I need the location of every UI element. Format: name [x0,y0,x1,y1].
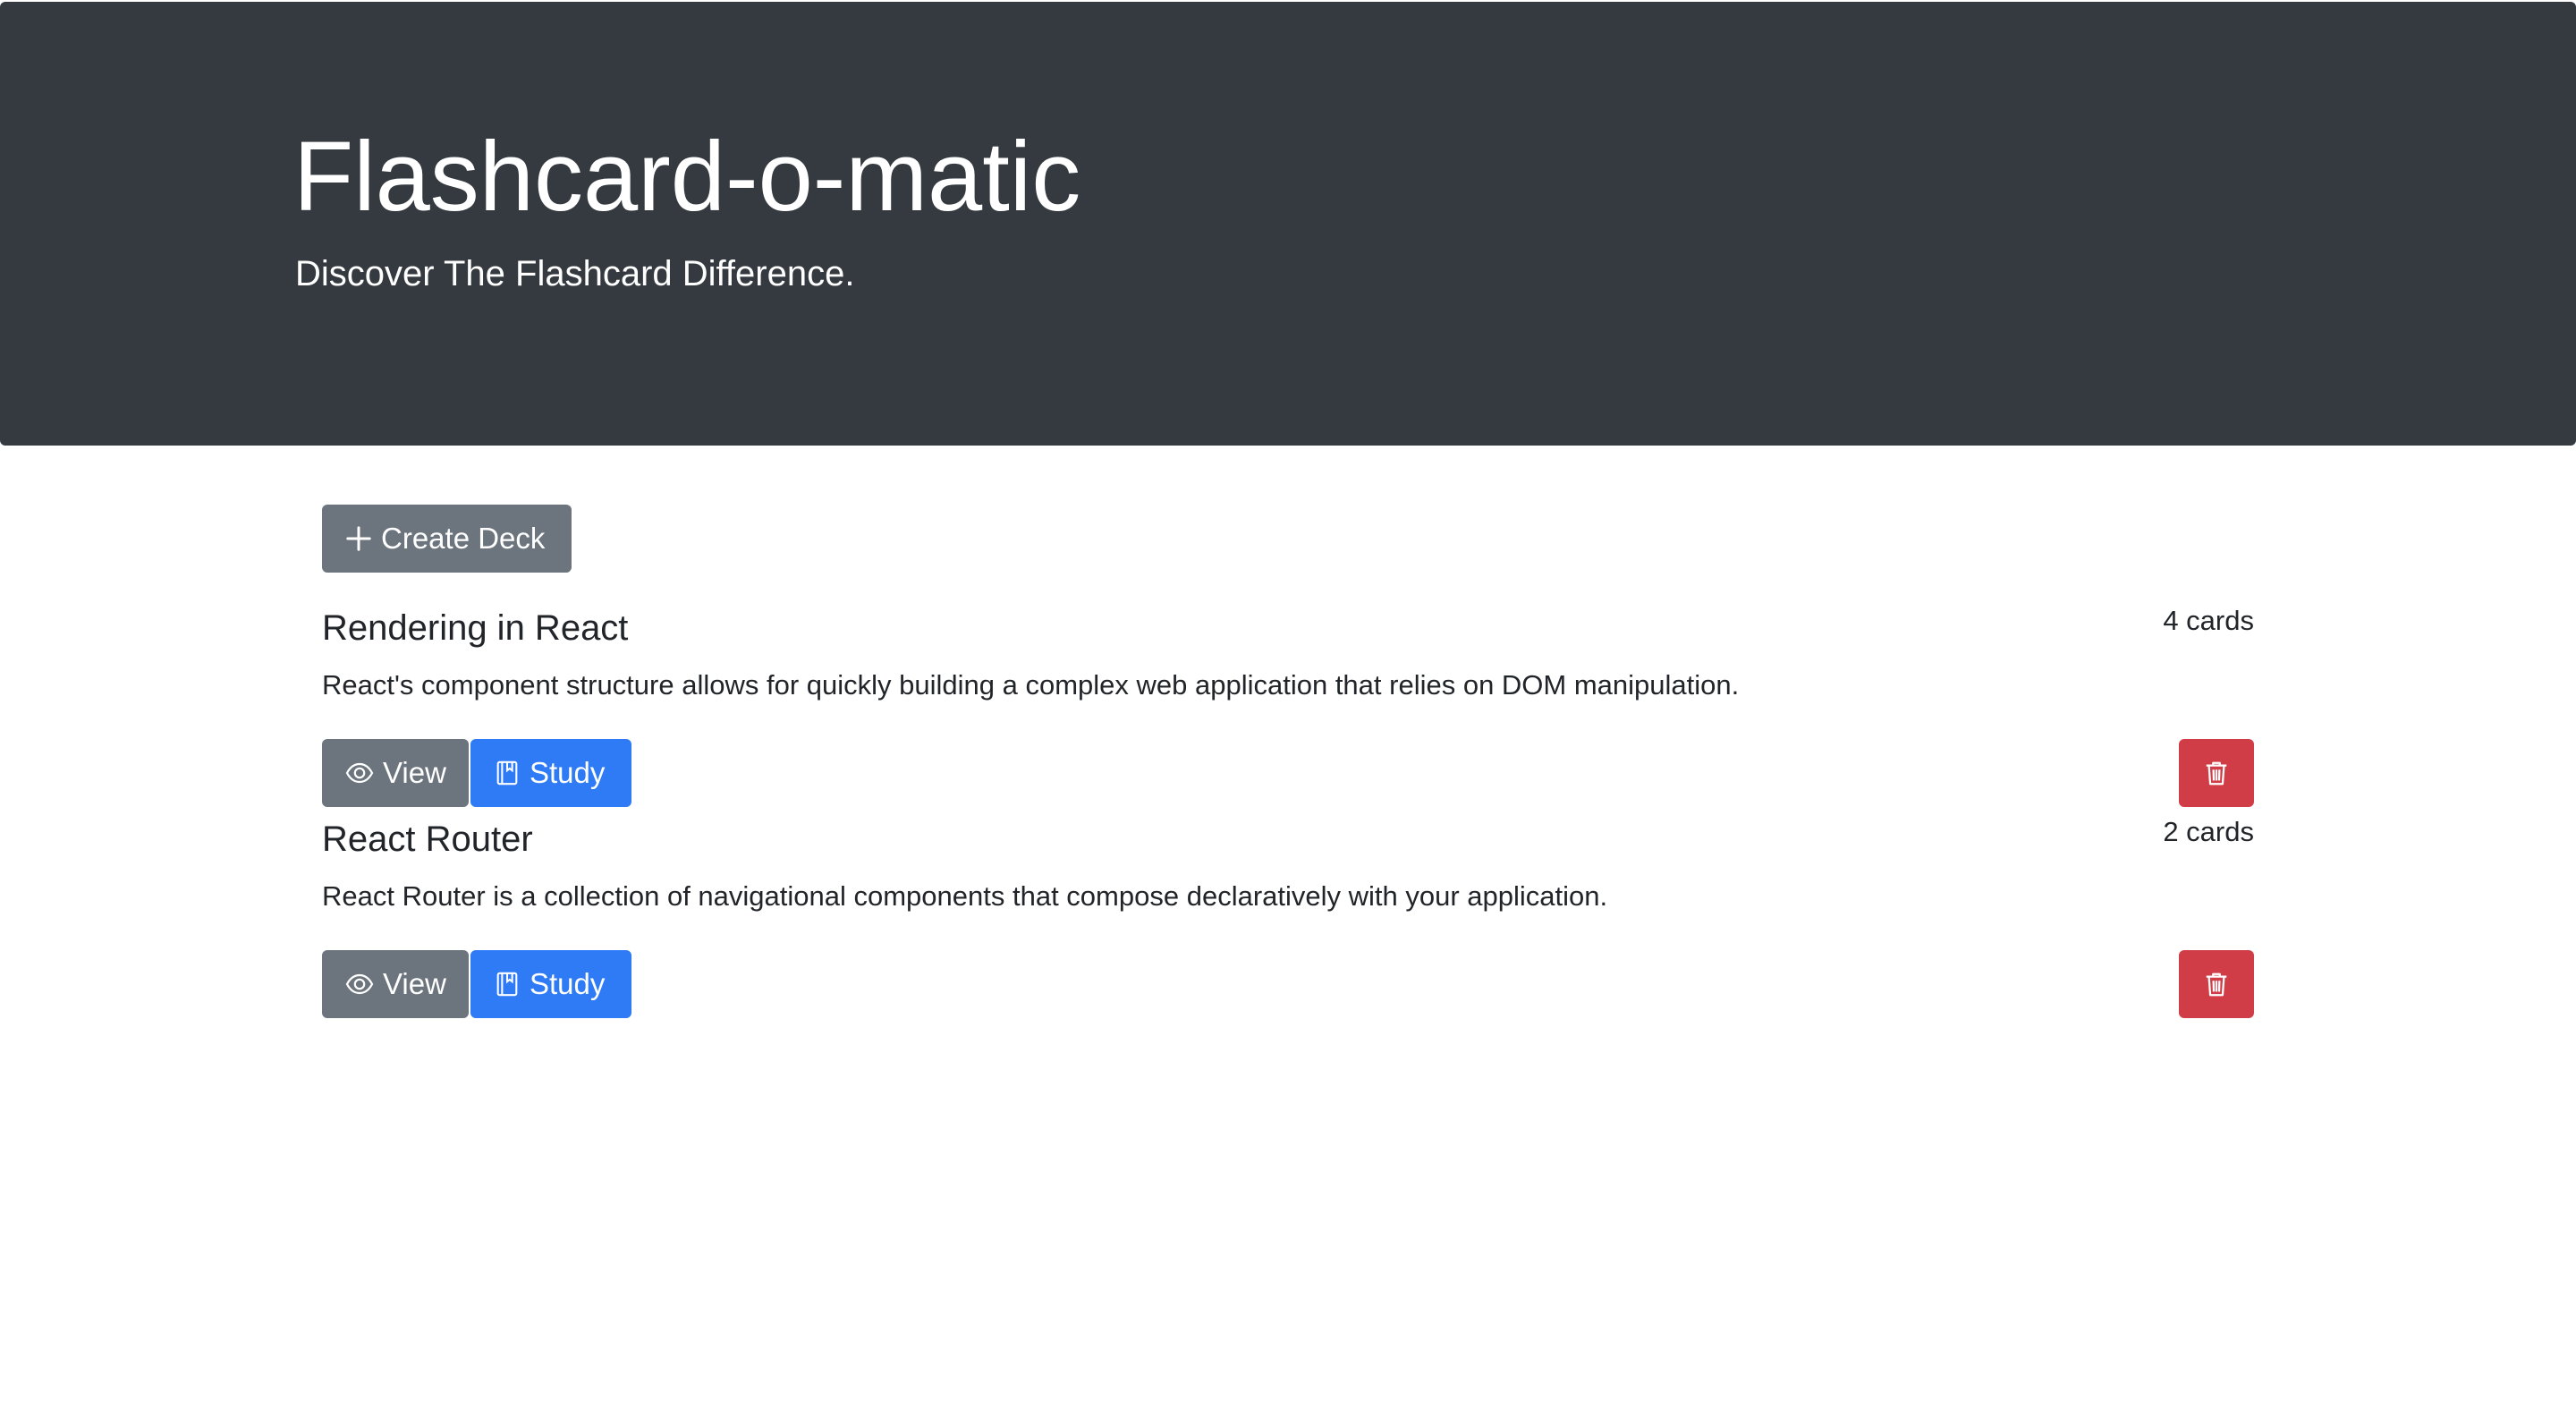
study-deck-button[interactable]: Study [470,739,631,807]
trash-icon [2203,759,2230,787]
deck-card: React Router 2 cards React Router is a c… [322,816,2254,1018]
deck-card-count: 2 cards [2163,816,2254,847]
view-deck-button[interactable]: View [322,950,469,1018]
deck-card: Rendering in React 4 cards React's compo… [322,605,2254,807]
deck-actions: View Study [322,739,631,807]
view-label: View [383,967,446,1000]
create-deck-label: Create Deck [381,522,546,555]
study-deck-button[interactable]: Study [470,950,631,1018]
view-deck-button[interactable]: View [322,739,469,807]
study-label: Study [530,967,606,1000]
deck-card-count: 4 cards [2163,605,2254,636]
page-subtitle: Discover The Flashcard Difference. [295,254,855,293]
eye-icon [345,970,374,998]
book-icon [494,759,521,787]
view-label: View [383,756,446,789]
deck-name: React Router [322,820,533,859]
deck-name: Rendering in React [322,608,629,648]
study-label: Study [530,756,606,789]
deck-description: React's component structure allows for q… [322,669,1740,701]
create-deck-button[interactable]: Create Deck [322,505,572,573]
site-header: Flashcard-o-matic Discover The Flashcard… [0,2,2576,446]
page-title: Flashcard-o-matic [293,122,1081,232]
book-icon [494,970,521,998]
eye-icon [345,759,374,787]
delete-deck-button[interactable] [2179,950,2254,1018]
deck-description: React Router is a collection of navigati… [322,880,1608,912]
plus-icon [345,525,372,552]
deck-actions: View Study [322,950,631,1018]
delete-deck-button[interactable] [2179,739,2254,807]
trash-icon [2203,970,2230,998]
